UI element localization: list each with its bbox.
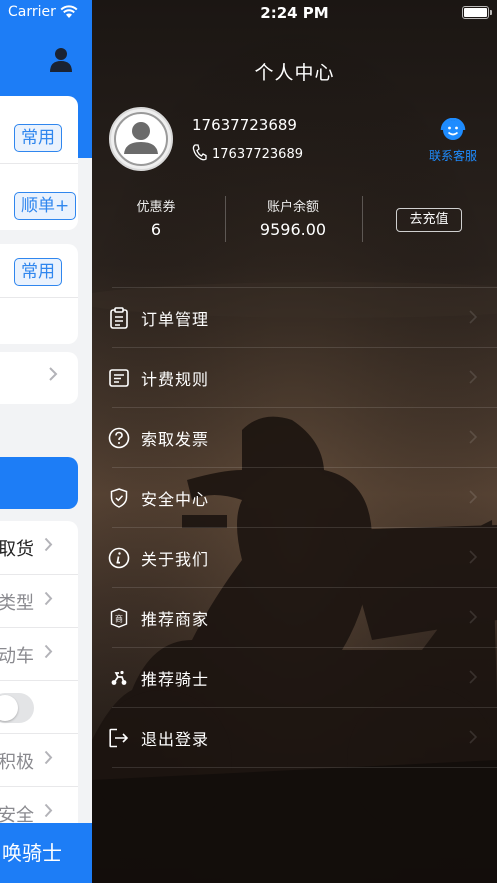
menu-item-label: 订单管理 xyxy=(141,309,210,329)
toggle-switch[interactable] xyxy=(0,693,34,723)
stat-divider xyxy=(225,196,226,242)
options-card: 取货 类型 动车 积极 安全 xyxy=(0,521,78,831)
recharge-button[interactable]: 去充值 xyxy=(396,208,462,232)
page-title: 个人中心 xyxy=(254,62,335,84)
menu-item-label: 计费规则 xyxy=(141,369,210,389)
chevron-right-icon xyxy=(469,610,477,624)
primary-action-block[interactable] xyxy=(0,457,78,509)
call-rider-button[interactable]: 唤骑士 xyxy=(0,823,92,883)
chevron-right-icon xyxy=(44,644,53,663)
chevron-right-icon xyxy=(44,750,53,769)
menu-item-label: 关于我们 xyxy=(141,549,210,569)
option-row[interactable]: 积极 xyxy=(0,734,53,786)
customer-service-icon xyxy=(440,117,466,146)
background-app: Carrier 常用 顺单+ 常用 取货 类型 动车 积极 安全 唤骑士 xyxy=(0,0,92,883)
chevron-right-icon xyxy=(469,670,477,684)
coupon-label: 优惠券 xyxy=(136,200,176,215)
chevron-right-icon xyxy=(44,537,53,556)
shield-icon xyxy=(108,487,130,509)
avatar[interactable] xyxy=(109,107,173,171)
rider-icon xyxy=(108,667,130,689)
chevron-right-icon xyxy=(44,803,53,822)
chevron-right-icon xyxy=(44,591,53,610)
address-card-2: 常用 xyxy=(0,244,78,344)
info-icon xyxy=(108,547,130,569)
option-label: 积极 xyxy=(0,752,34,773)
menu-item-label: 推荐骑士 xyxy=(141,669,210,689)
merchant-icon: 商 xyxy=(108,607,130,629)
stat-divider xyxy=(362,196,363,242)
coupon-stat[interactable]: 优惠券 6 xyxy=(114,196,198,239)
drawer-menu: 订单管理 计费规则 索取发票 安全中心 关于我们 商 推荐商家 推荐骑士 退出登… xyxy=(108,287,497,768)
svg-text:商: 商 xyxy=(115,613,123,623)
chevron-right-icon xyxy=(469,430,477,444)
option-label: 取货 xyxy=(0,539,34,560)
menu-item-label: 安全中心 xyxy=(141,489,210,509)
tag-route-order-button[interactable]: 顺单+ xyxy=(14,192,77,220)
tag-frequent-button-2[interactable]: 常用 xyxy=(14,258,62,286)
balance-stat[interactable]: 账户余额 9596.00 xyxy=(246,196,340,239)
clipboard-icon xyxy=(108,306,130,329)
phone-icon xyxy=(192,144,207,165)
menu-item-order-management[interactable]: 订单管理 xyxy=(110,288,497,348)
menu-item-request-invoice[interactable]: 索取发票 xyxy=(108,408,497,468)
profile-drawer: 2:24 PM 个人中心 17637723689 17637723689 联系客… xyxy=(92,0,497,883)
user-phone-row: 17637723689 xyxy=(192,144,303,165)
menu-item-billing-rules[interactable]: 计费规则 xyxy=(109,348,497,408)
customer-service-label: 联系客服 xyxy=(428,149,477,163)
carrier-label: Carrier xyxy=(8,4,56,20)
balance-value: 9596.00 xyxy=(259,220,327,239)
logout-icon xyxy=(108,727,130,749)
option-label: 动车 xyxy=(0,646,34,667)
battery-icon xyxy=(462,6,492,19)
chevron-right-icon xyxy=(469,370,477,384)
menu-item-recommend-rider[interactable]: 推荐骑士 xyxy=(111,648,497,708)
chevron-right-icon xyxy=(469,490,477,504)
select-row[interactable] xyxy=(0,352,78,404)
user-name: 17637723689 xyxy=(192,116,297,134)
chevron-right-icon xyxy=(48,366,58,387)
chevron-right-icon xyxy=(469,730,477,744)
rules-card-icon xyxy=(108,367,130,389)
menu-item-label: 退出登录 xyxy=(141,729,210,749)
menu-item-recommend-merchant[interactable]: 商 推荐商家 xyxy=(110,588,497,648)
option-row[interactable]: 取货 xyxy=(0,521,53,573)
user-phone: 17637723689 xyxy=(212,147,303,162)
option-row[interactable]: 动车 xyxy=(0,628,53,680)
option-row-toggle[interactable] xyxy=(0,681,48,733)
customer-service-button[interactable]: 联系客服 xyxy=(418,117,488,164)
chevron-right-icon xyxy=(469,550,477,564)
user-profile-icon[interactable] xyxy=(50,47,72,77)
option-row[interactable]: 类型 xyxy=(0,575,53,627)
menu-item-logout[interactable]: 退出登录 xyxy=(109,708,497,768)
menu-item-label: 推荐商家 xyxy=(141,609,210,629)
menu-item-about-us[interactable]: 关于我们 xyxy=(108,528,497,588)
menu-item-security-center[interactable]: 安全中心 xyxy=(110,468,497,528)
status-time: 2:24 PM xyxy=(260,4,329,22)
option-label: 类型 xyxy=(0,593,34,614)
coupon-value: 6 xyxy=(150,220,162,239)
wifi-icon xyxy=(60,4,78,23)
address-card: 常用 顺单+ xyxy=(0,96,78,230)
question-icon xyxy=(108,427,130,449)
menu-item-label: 索取发票 xyxy=(141,429,210,449)
balance-label: 账户余额 xyxy=(266,200,319,215)
tag-frequent-button[interactable]: 常用 xyxy=(14,124,62,152)
chevron-right-icon xyxy=(469,310,477,324)
